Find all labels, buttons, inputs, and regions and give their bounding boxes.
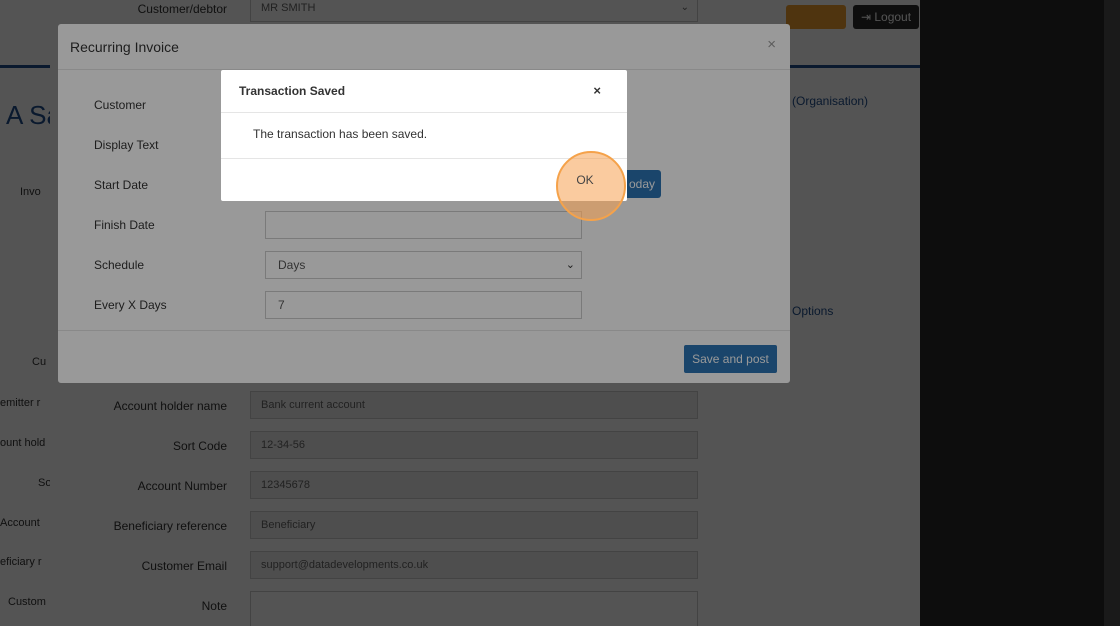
dialog-header: Transaction Saved ×	[221, 70, 627, 113]
ok-button-container: OK	[221, 158, 627, 201]
dialog-message: The transaction has been saved.	[253, 127, 428, 141]
dialog-title: Transaction Saved	[239, 84, 346, 98]
window-edge	[1104, 0, 1120, 626]
close-icon[interactable]: ×	[593, 83, 601, 98]
ok-button[interactable]: OK	[567, 169, 603, 191]
